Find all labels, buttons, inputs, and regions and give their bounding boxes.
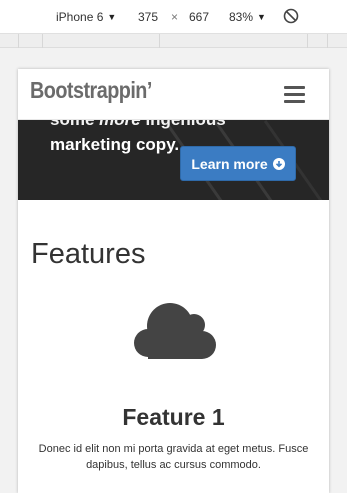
feature-title: Feature 1 xyxy=(122,404,225,430)
feature-description: Donec id elit non mi porta gravida at eg… xyxy=(38,443,309,471)
rotate-icon[interactable] xyxy=(282,7,300,25)
caret-down-icon: ▼ xyxy=(257,12,266,22)
arrow-circle-down-icon xyxy=(272,157,285,170)
device-select[interactable]: iPhone 6 ▼ xyxy=(56,10,116,24)
hero-copy-line1: some more ingenious xyxy=(50,120,226,133)
zoom-value: 83% xyxy=(229,10,254,24)
width-input[interactable]: 375 xyxy=(138,10,158,24)
cloud-icon xyxy=(134,303,216,359)
devtools-device-toolbar: iPhone 6 ▼ 375 × 667 83% ▼ xyxy=(0,0,347,34)
hamburger-menu-icon[interactable] xyxy=(284,86,308,103)
hero-copy-line2: marketing copy. xyxy=(50,135,180,154)
dimension-separator: × xyxy=(171,10,179,24)
navbar: Bootstrappin’ xyxy=(18,69,329,120)
height-input[interactable]: 667 xyxy=(189,10,209,24)
device-viewport: Bootstrappin’ some more ingenious market… xyxy=(18,69,329,493)
features-heading: Features xyxy=(31,238,146,270)
zoom-select[interactable]: 83% ▼ xyxy=(229,10,266,24)
media-query-ruler xyxy=(0,34,347,48)
hero-banner: some more ingenious marketing copy. Lear… xyxy=(18,120,329,200)
caret-down-icon: ▼ xyxy=(107,12,117,22)
device-name: iPhone 6 xyxy=(56,10,104,24)
brand-logo[interactable]: Bootstrappin’ xyxy=(30,77,152,104)
learn-more-label: Learn more xyxy=(191,155,268,172)
learn-more-button[interactable]: Learn more xyxy=(180,146,296,181)
